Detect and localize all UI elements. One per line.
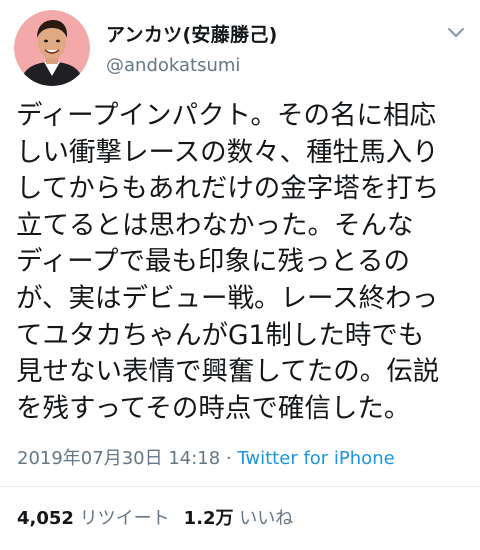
divider bbox=[0, 486, 480, 487]
tweet-meta: 2019年07月30日 14:18 · Twitter for iPhone bbox=[17, 444, 395, 470]
tweet-timestamp[interactable]: 2019年07月30日 14:18 bbox=[17, 448, 220, 469]
retweets-label: リツイート bbox=[79, 508, 170, 529]
author-display-name[interactable]: アンカツ(安藤勝己) bbox=[106, 20, 278, 47]
likes-stat[interactable]: 1.2万 いいね bbox=[184, 508, 294, 529]
author-avatar[interactable] bbox=[14, 10, 90, 86]
author-handle[interactable]: @andokatsumi bbox=[106, 55, 240, 76]
likes-label: いいね bbox=[239, 508, 294, 529]
tweet-text-line: 立てるとは思わなかった。そんな bbox=[16, 209, 414, 241]
tweet-stats: 4,052 リツイート 1.2万 いいね bbox=[17, 504, 293, 530]
tweet-text-line: 見せない表情で興奮してたの。伝説 bbox=[16, 356, 440, 388]
tweet-text-line: てユタカちゃんがG1制した時でも bbox=[16, 319, 425, 351]
tweet-text: ディープインパクト。その名に相応 しい衝撃レースの数々、種牡馬入り してからもあ… bbox=[16, 98, 472, 427]
retweets-count: 4,052 bbox=[17, 508, 74, 529]
tweet-source-link[interactable]: Twitter for iPhone bbox=[237, 448, 394, 469]
likes-count: 1.2万 bbox=[183, 508, 234, 529]
chevron-down-icon[interactable] bbox=[446, 26, 466, 40]
tweet-text-line: しい衝撃レースの数々、種牡馬入り bbox=[16, 136, 439, 168]
tweet-text-line: してからもあれだけの金字塔を打ち bbox=[16, 173, 440, 205]
tweet-text-line: ディープで最も印象に残っとるの bbox=[16, 246, 411, 278]
tweet-text-line: を残すってその時点で確信した。 bbox=[16, 392, 411, 424]
retweets-stat[interactable]: 4,052 リツイート bbox=[17, 508, 170, 529]
tweet-text-line: が、実はデビュー戦。レース終わっ bbox=[16, 282, 439, 314]
tweet-text-line: ディープインパクト。その名に相応 bbox=[16, 100, 437, 131]
tweet-card: アンカツ(安藤勝己) @andokatsumi ディープインパクト。その名に相応… bbox=[0, 0, 480, 550]
profile-photo-icon bbox=[14, 10, 90, 86]
meta-separator: · bbox=[220, 448, 238, 469]
